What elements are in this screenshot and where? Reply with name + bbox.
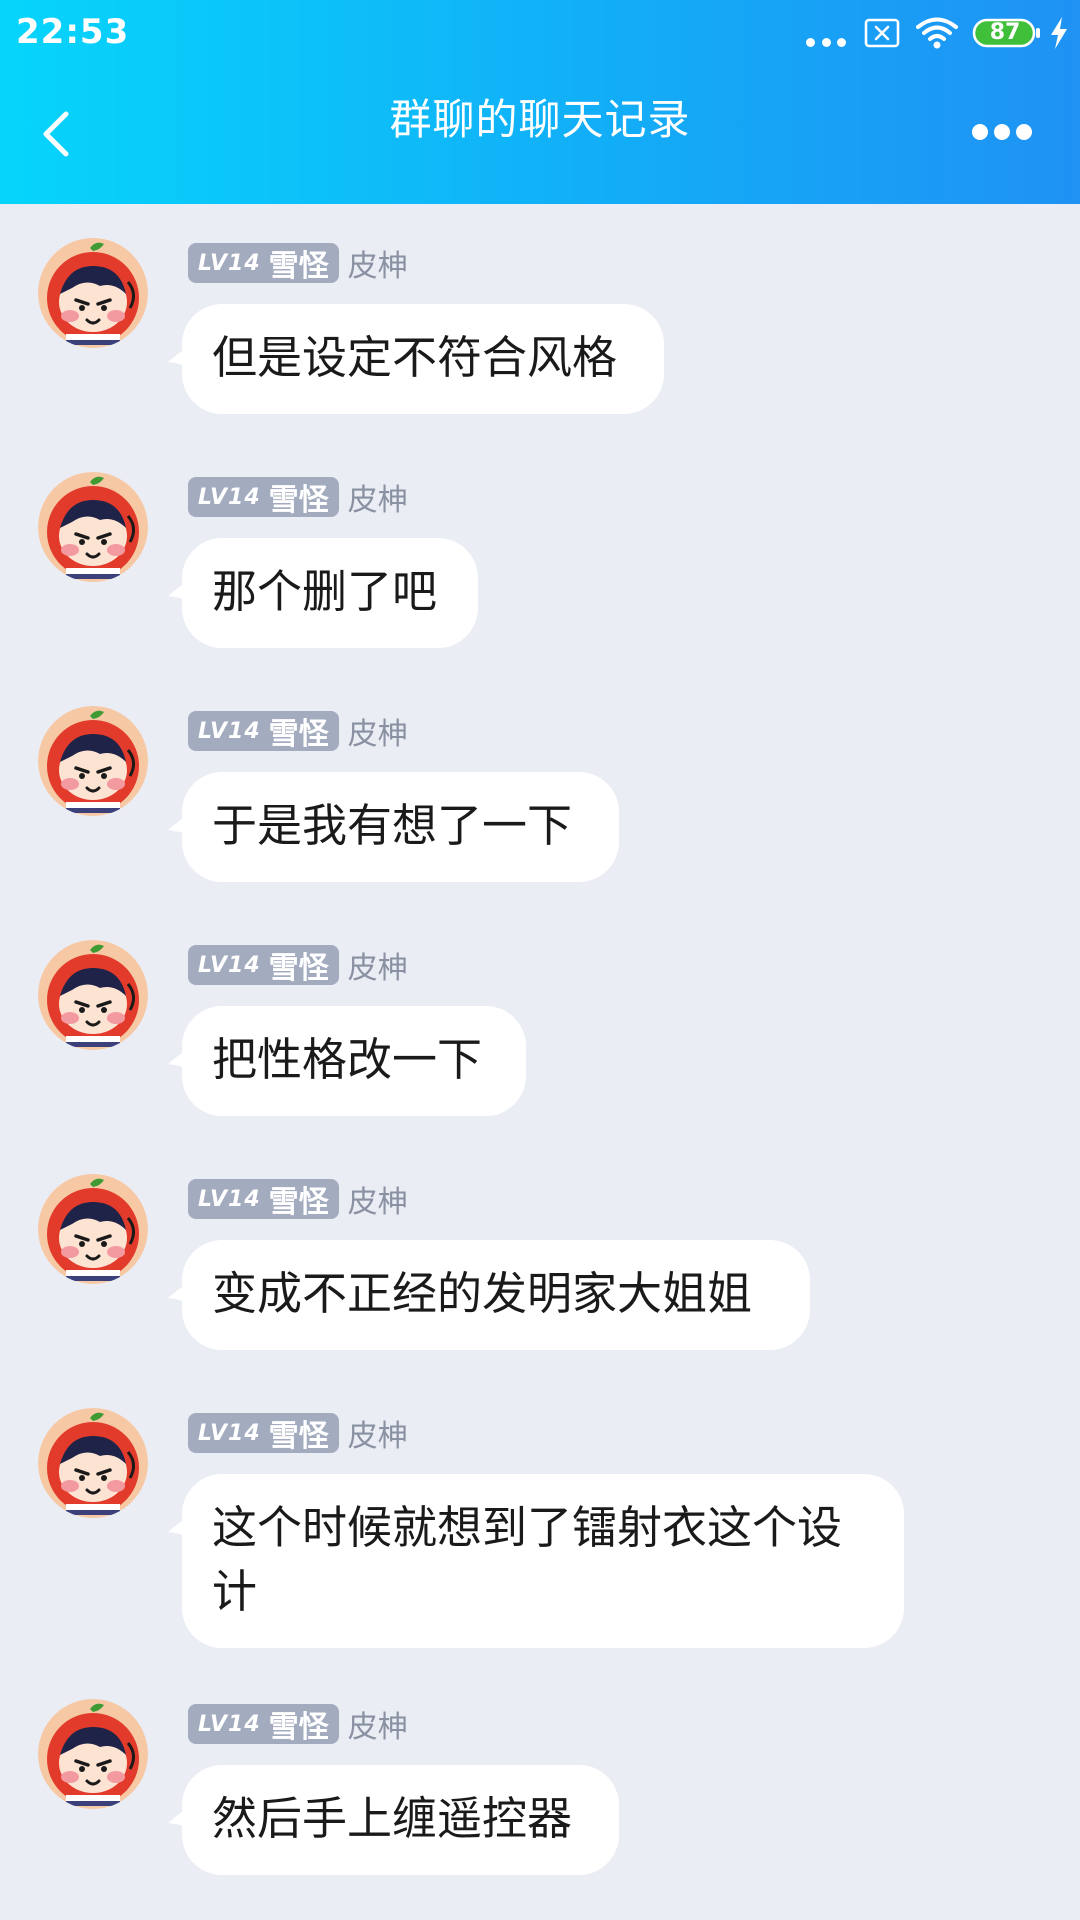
sender-line: LV14 雪怪 皮柛 bbox=[188, 944, 408, 986]
level-text: LV14 bbox=[198, 250, 261, 276]
bubble-tail bbox=[168, 1801, 198, 1831]
avatar[interactable] bbox=[38, 1174, 148, 1284]
sender-name[interactable]: 皮柛 bbox=[348, 943, 408, 987]
level-text: LV14 bbox=[198, 484, 261, 510]
avatar[interactable] bbox=[38, 940, 148, 1050]
battery-level: 87 bbox=[989, 20, 1021, 45]
level-badge: LV14 雪怪 bbox=[188, 1704, 339, 1745]
sender-line: LV14 雪怪 皮柛 bbox=[188, 1703, 408, 1745]
sender-line: LV14 雪怪 皮柛 bbox=[188, 710, 408, 752]
sender-name[interactable]: 皮柛 bbox=[348, 241, 408, 285]
message-text: 那个删了吧 bbox=[212, 565, 438, 618]
message-row: LV14 雪怪 皮柛这个时候就想到了镭射衣这个设计 bbox=[0, 1374, 1080, 1665]
message-text: 但是设定不符合风格 bbox=[212, 331, 618, 384]
avatar[interactable] bbox=[38, 472, 148, 582]
sender-line: LV14 雪怪 皮柛 bbox=[188, 476, 408, 518]
member-title: 雪怪 bbox=[268, 1710, 329, 1745]
message-bubble[interactable]: 但是设定不符合风格 bbox=[168, 304, 664, 414]
more-options-button[interactable] bbox=[962, 110, 1062, 154]
message-bubble[interactable]: 然后手上缠遥控器 bbox=[168, 1765, 619, 1875]
bubble-tail bbox=[168, 1042, 198, 1072]
level-badge: LV14 雪怪 bbox=[188, 711, 339, 752]
sender-name[interactable]: 皮柛 bbox=[348, 475, 408, 519]
status-bar: 22:53 87 bbox=[0, 0, 1080, 66]
back-chevron-icon bbox=[43, 111, 69, 157]
message-text: 然后手上缠遥控器 bbox=[212, 1792, 573, 1845]
message-row: LV14 雪怪 皮柛那个删了吧 bbox=[0, 438, 1080, 672]
sender-name[interactable]: 皮柛 bbox=[348, 1702, 408, 1746]
level-badge: LV14 雪怪 bbox=[188, 945, 339, 986]
message-text: 这个时候就想到了镭射衣这个设计 bbox=[212, 1501, 843, 1618]
message-bubble[interactable]: 变成不正经的发明家大姐姐 bbox=[168, 1240, 810, 1350]
sender-line: LV14 雪怪 皮柛 bbox=[188, 1412, 408, 1454]
message-text: 把性格改一下 bbox=[212, 1033, 483, 1086]
level-badge: LV14 雪怪 bbox=[188, 477, 339, 518]
bubble-tail bbox=[168, 340, 198, 370]
bubble-tail bbox=[168, 574, 198, 604]
member-title: 雪怪 bbox=[268, 249, 329, 284]
message-row: LV14 雪怪 皮柛于是我有想了一下 bbox=[0, 672, 1080, 906]
level-text: LV14 bbox=[198, 718, 261, 744]
sender-name[interactable]: 皮柛 bbox=[348, 1177, 408, 1221]
level-text: LV14 bbox=[198, 1186, 261, 1212]
member-title: 雪怪 bbox=[268, 951, 329, 986]
sender-name[interactable]: 皮柛 bbox=[348, 1411, 408, 1455]
level-badge: LV14 雪怪 bbox=[188, 243, 339, 284]
sender-line: LV14 雪怪 皮柛 bbox=[188, 242, 408, 284]
level-text: LV14 bbox=[198, 952, 261, 978]
chat-message-list[interactable]: LV14 雪怪 皮柛 但是设定不符合风格 LV14 雪怪 皮柛 那个删了吧 LV14 雪怪 皮柛 于是… bbox=[0, 204, 1080, 1920]
nav-bar: 群聊的聊天记录 bbox=[0, 66, 1080, 204]
level-text: LV14 bbox=[198, 1711, 261, 1737]
more-dots-icon bbox=[806, 38, 846, 48]
avatar[interactable] bbox=[38, 706, 148, 816]
sim-card-icon bbox=[864, 18, 900, 48]
status-time: 22:53 bbox=[16, 12, 130, 52]
wifi-icon bbox=[916, 16, 958, 50]
charging-icon bbox=[1048, 16, 1070, 50]
avatar[interactable] bbox=[38, 238, 148, 348]
message-row: LV14 雪怪 皮柛然后手上缠遥控器 bbox=[0, 1665, 1080, 1899]
message-bubble[interactable]: 把性格改一下 bbox=[168, 1006, 526, 1116]
message-text: 变成不正经的发明家大姐姐 bbox=[212, 1267, 753, 1320]
message-text: 于是我有想了一下 bbox=[212, 799, 573, 852]
level-text: LV14 bbox=[198, 1420, 261, 1446]
level-badge: LV14 雪怪 bbox=[188, 1413, 339, 1454]
page-title: 群聊的聊天记录 bbox=[389, 95, 691, 144]
chat-history-screen: 22:53 87 群聊的聊天记录 LV14 雪怪 皮柛 但是设定不符合风格 LV… bbox=[0, 0, 1080, 1920]
message-bubble[interactable]: 这个时候就想到了镭射衣这个设计 bbox=[168, 1474, 904, 1648]
message-row: LV14 雪怪 皮柛变成不正经的发明家大姐姐 bbox=[0, 1140, 1080, 1374]
member-title: 雪怪 bbox=[268, 1185, 329, 1220]
sender-name[interactable]: 皮柛 bbox=[348, 709, 408, 753]
level-badge: LV14 雪怪 bbox=[188, 1179, 339, 1220]
member-title: 雪怪 bbox=[268, 717, 329, 752]
header: 22:53 87 群聊的聊天记录 bbox=[0, 0, 1080, 204]
sender-line: LV14 雪怪 皮柛 bbox=[188, 1178, 408, 1220]
message-bubble[interactable]: 那个删了吧 bbox=[168, 538, 478, 648]
bubble-tail bbox=[168, 1510, 198, 1540]
more-dots-icon bbox=[972, 124, 1032, 140]
back-button[interactable] bbox=[28, 96, 88, 172]
message-bubble[interactable]: 于是我有想了一下 bbox=[168, 772, 619, 882]
bubble-tail bbox=[168, 1276, 198, 1306]
avatar[interactable] bbox=[38, 1699, 148, 1809]
bubble-tail bbox=[168, 808, 198, 838]
message-row: LV14 雪怪 皮柛但是设定不符合风格 bbox=[0, 204, 1080, 438]
avatar[interactable] bbox=[38, 1408, 148, 1518]
member-title: 雪怪 bbox=[268, 1419, 329, 1454]
message-row: LV14 雪怪 皮柛把性格改一下 bbox=[0, 906, 1080, 1140]
member-title: 雪怪 bbox=[268, 483, 329, 518]
